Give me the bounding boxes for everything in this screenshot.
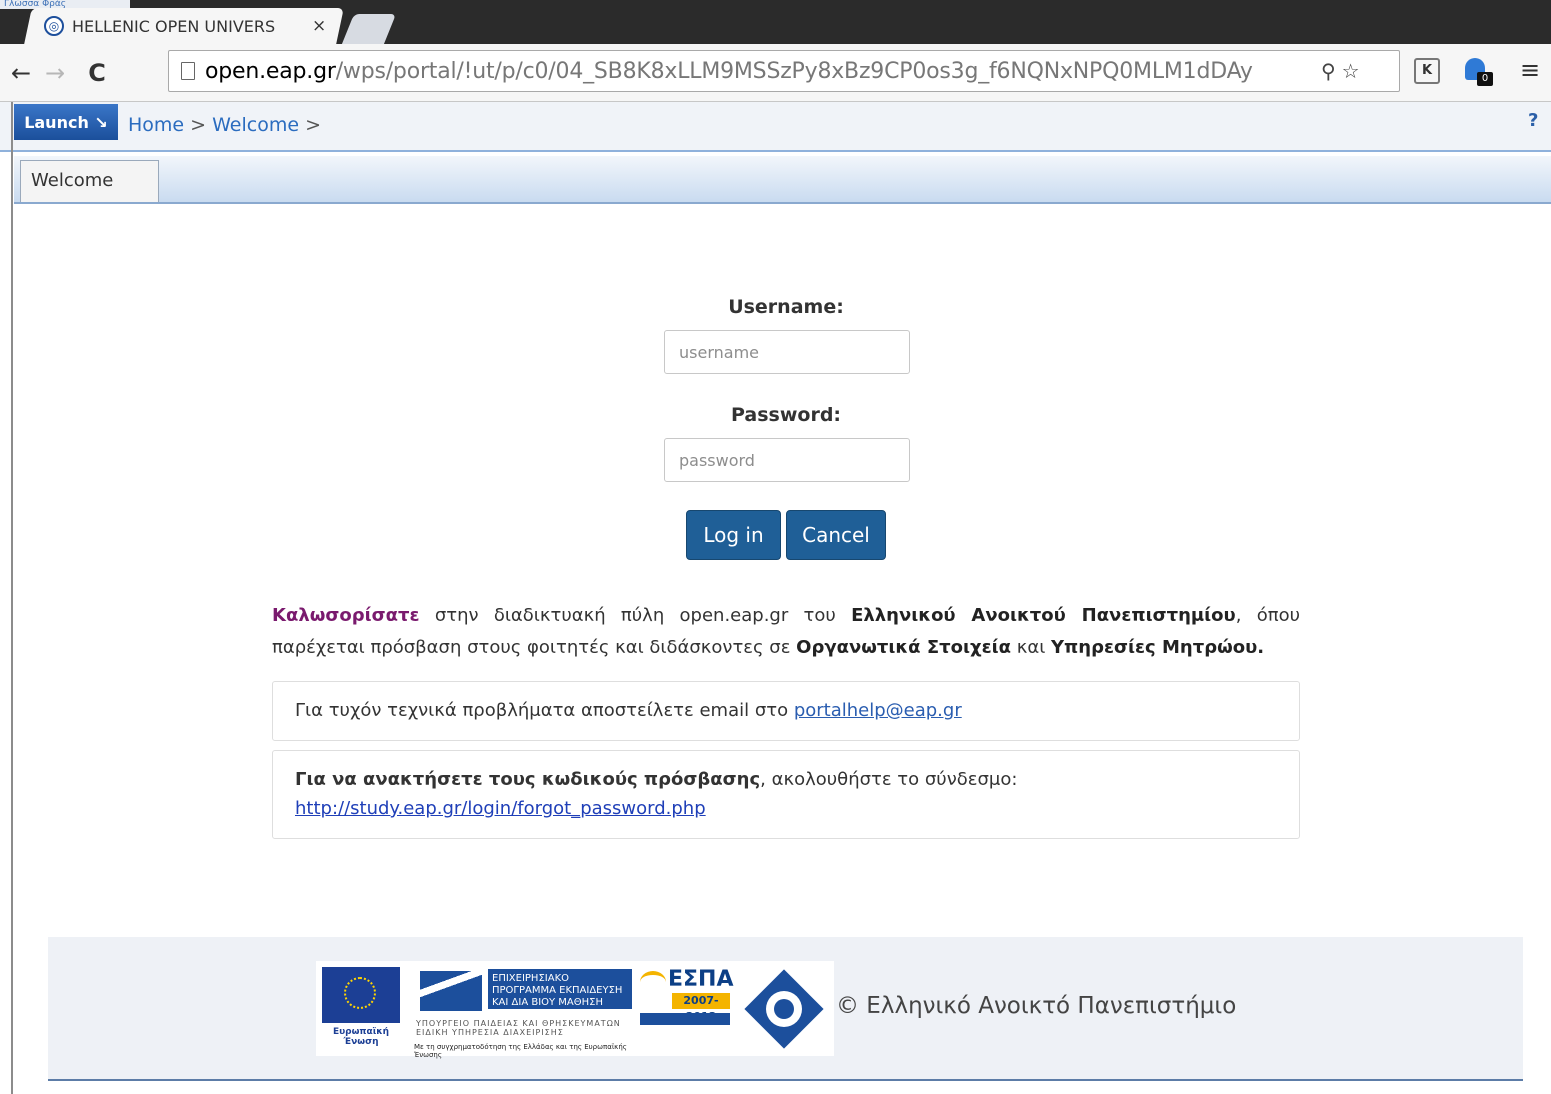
welcome-accent: Καλωσορίσατε: [272, 605, 420, 626]
reload-icon[interactable]: C: [82, 59, 112, 87]
espa-wave-icon: [640, 971, 666, 993]
support-text: Για τυχόν τεχνικά προβλήματα αποστείλετε…: [295, 700, 794, 721]
espa-word: ΕΣΠΑ: [668, 967, 734, 992]
page-tabs-bar: Welcome: [14, 156, 1551, 204]
education-program-logo: ΕΠΙΧΕΙΡΗΣΙΑΚΟ ΠΡΟΓΡΑΜΜΑ ΕΚΠΑΙΔΕΥΣΗ ΚΑΙ Δ…: [416, 967, 632, 1017]
login-button[interactable]: Log in: [686, 510, 781, 560]
new-tab-button[interactable]: [341, 14, 397, 44]
espa-bar: [640, 1013, 730, 1025]
menu-icon[interactable]: ≡: [1520, 56, 1540, 84]
star-icon[interactable]: ☆: [1342, 59, 1360, 83]
welcome-text-3: και: [1011, 637, 1052, 658]
cofunding-text: Με τη συγχρηματοδότηση της Ελλάδας και τ…: [414, 1043, 627, 1059]
launch-button[interactable]: Launch ↘: [14, 104, 118, 140]
username-label: Username:: [728, 296, 844, 318]
portal-header: Launch ↘ Home > Welcome > ?: [0, 102, 1551, 152]
tab-close-icon[interactable]: ×: [312, 16, 326, 36]
page-left-border: [11, 102, 13, 1094]
support-email-link[interactable]: portalhelp@eap.gr: [794, 700, 962, 721]
url-path: /wps/portal/!ut/p/c0/04_SB8K8xLLM9MSSzPy…: [335, 58, 1253, 84]
url-host: open.eap.gr: [205, 58, 336, 84]
welcome-text-1: στην διαδικτυακή πύλη open.eap.gr του: [419, 605, 852, 626]
breadcrumb: Home > Welcome >: [128, 114, 321, 136]
browser-tab-content[interactable]: ◎ HELLENIC OPEN UNIVERS ×: [40, 8, 340, 44]
password-label: Password:: [730, 404, 842, 426]
browser-tab-title: HELLENIC OPEN UNIVERS: [72, 16, 276, 36]
password-input[interactable]: [664, 438, 910, 482]
support-box: Για τυχόν τεχνικά προβλήματα αποστείλετε…: [272, 681, 1300, 741]
footer: Ευρωπαϊκή Ένωση ΕΠΙΧΕΙΡΗΣΙΑΚΟ ΠΡΟΓΡΑΜΜΑ …: [48, 937, 1523, 1081]
education-program-title: ΕΠΙΧΕΙΡΗΣΙΑΚΟ ΠΡΟΓΡΑΜΜΑ ΕΚΠΑΙΔΕΥΣΗ ΚΑΙ Δ…: [488, 969, 632, 1009]
forward-arrow-icon[interactable]: →: [40, 59, 70, 87]
welcome-bold-university: Ελληνικού Ανοικτού Πανεπιστημίου: [851, 605, 1236, 626]
ministry-text: ΥΠΟΥΡΓΕΙΟ ΠΑΙΔΕΙΑΣ ΚΑΙ ΘΡΗΣΚΕΥΜΑΤΩΝ ΕΙΔΙ…: [416, 1019, 621, 1037]
welcome-paragraph: Καλωσορίσατε στην διαδικτυακή πύλη open.…: [272, 600, 1300, 664]
breadcrumb-home-link[interactable]: Home: [128, 114, 184, 136]
ghost-extension-icon[interactable]: 0: [1465, 58, 1493, 88]
recovery-text: , ακολουθήστε το σύνδεσμο:: [760, 769, 1018, 790]
welcome-bold-services: Υπηρεσίες Μητρώου.: [1051, 637, 1265, 658]
url-text[interactable]: open.eap.gr/wps/portal/!ut/p/c0/04_SB8K8…: [205, 59, 1315, 84]
eu-label: Ευρωπαϊκή Ένωση: [332, 1027, 390, 1047]
address-bar[interactable]: open.eap.gr/wps/portal/!ut/p/c0/04_SB8K8…: [168, 50, 1400, 92]
breadcrumb-separator: >: [305, 114, 322, 136]
tab-welcome[interactable]: Welcome: [20, 160, 159, 202]
k-extension-icon[interactable]: K: [1414, 58, 1440, 84]
breadcrumb-welcome-link[interactable]: Welcome: [212, 114, 299, 136]
zoom-icon[interactable]: ⚲: [1321, 59, 1336, 83]
eap-logo-icon: [742, 967, 826, 1051]
browser-tabstrip: Γλώσσα Φράς ◎ HELLENIC OPEN UNIVERS ×: [0, 0, 1551, 44]
page-icon: [181, 62, 195, 80]
back-arrow-icon[interactable]: ←: [6, 59, 36, 87]
breadcrumb-separator: >: [190, 114, 207, 136]
site-favicon-icon: ◎: [44, 16, 64, 36]
browser-toolbar: ← → C open.eap.gr/wps/portal/!ut/p/c0/04…: [0, 44, 1551, 102]
eu-flag-icon: [322, 967, 400, 1023]
footer-copyright: © Ελληνικό Ανοικτό Πανεπιστήμιο: [836, 993, 1237, 1019]
welcome-bold-elements: Οργανωτικά Στοιχεία: [796, 637, 1011, 658]
forgot-password-link[interactable]: http://study.eap.gr/login/forgot_passwor…: [295, 798, 706, 819]
recovery-bold: Για να ανακτήσετε τους κωδικούς πρόσβαση…: [295, 769, 761, 790]
ghost-badge: 0: [1477, 72, 1493, 86]
username-input[interactable]: [664, 330, 910, 374]
espa-logo: ΕΣΠΑ 2007-2013: [638, 967, 734, 1027]
education-program-mark: [420, 971, 482, 1011]
password-recovery-box: Για να ανακτήσετε τους κωδικούς πρόσβαση…: [272, 750, 1300, 839]
sponsor-logos: Ευρωπαϊκή Ένωση ΕΠΙΧΕΙΡΗΣΙΑΚΟ ΠΡΟΓΡΑΜΜΑ …: [316, 961, 834, 1059]
espa-years: 2007-2013: [672, 993, 730, 1023]
help-icon[interactable]: ?: [1528, 110, 1538, 131]
cancel-button[interactable]: Cancel: [786, 510, 886, 560]
